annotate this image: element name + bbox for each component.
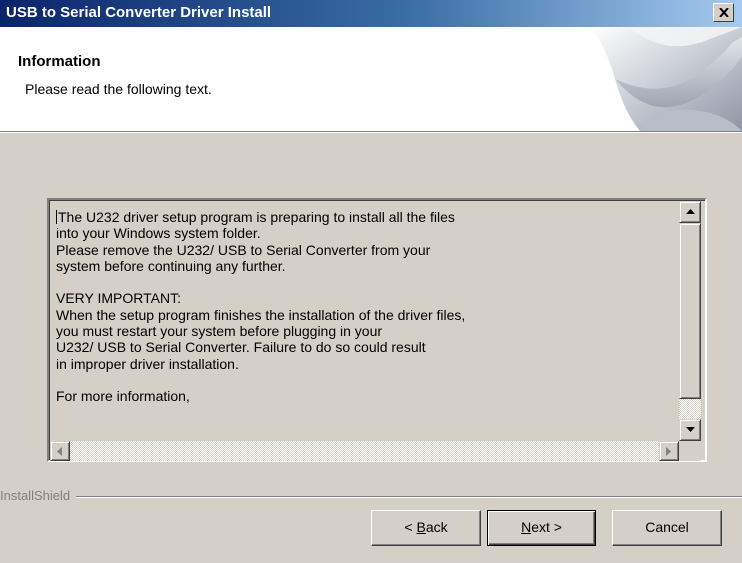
header-title: Information: [18, 53, 101, 70]
header-subtitle: Please read the following text.: [25, 81, 212, 97]
up-arrow-icon: [686, 209, 695, 214]
text-line: system before continuing any further.: [56, 257, 286, 274]
text-line: VERY IMPORTANT:: [56, 290, 181, 307]
vertical-scroll-track[interactable]: [679, 399, 701, 419]
close-button[interactable]: [713, 3, 734, 22]
installer-dialog: USB to Serial Converter Driver Install I…: [0, 0, 742, 563]
close-icon: [719, 8, 729, 17]
vertical-scrollbar[interactable]: [679, 201, 701, 441]
scroll-left-button[interactable]: [50, 441, 70, 461]
textbox-frame: The U232 driver setup program is prepari…: [49, 200, 705, 461]
text-line: [56, 372, 671, 388]
left-arrow-icon: [57, 447, 62, 456]
header-divider-highlight: [0, 132, 742, 133]
text-line: [56, 274, 671, 290]
text-line: you must restart your system before plug…: [56, 323, 383, 340]
text-line: For more information,: [56, 388, 190, 405]
text-line: When the setup program finishes the inst…: [56, 306, 466, 323]
text-line: U232/ USB to Serial Converter. Failure t…: [56, 339, 426, 356]
back-prefix: <: [404, 519, 417, 535]
text-caret: [56, 210, 57, 224]
scrollbar-corner: [679, 441, 701, 461]
text-line: into your Windows system folder.: [56, 225, 261, 242]
next-mnemonic: N: [521, 519, 532, 535]
text-line: Please remove the U232/ USB to Serial Co…: [56, 241, 431, 258]
next-button[interactable]: Next >: [487, 510, 596, 546]
back-mnemonic: B: [416, 519, 426, 535]
scroll-down-button[interactable]: [679, 419, 701, 441]
window-title: USB to Serial Converter Driver Install: [6, 4, 272, 21]
installshield-label: InstallShield: [0, 488, 77, 503]
footer-divider-highlight: [0, 497, 742, 498]
text-line: in improper driver installation.: [56, 355, 239, 372]
horizontal-scrollbar[interactable]: [50, 441, 679, 461]
installshield-graphic: [590, 27, 742, 131]
header-panel: Information Please read the following te…: [0, 27, 742, 131]
scroll-up-button[interactable]: [679, 201, 701, 223]
license-textbox[interactable]: The U232 driver setup program is prepari…: [47, 198, 707, 462]
back-rest: ack: [425, 519, 448, 535]
right-arrow-icon: [666, 447, 671, 456]
text-line: The U232 driver setup program is prepari…: [56, 209, 671, 225]
back-button[interactable]: < Back: [371, 510, 481, 546]
title-bar[interactable]: USB to Serial Converter Driver Install: [0, 0, 742, 27]
information-text[interactable]: The U232 driver setup program is prepari…: [56, 209, 671, 441]
vertical-scroll-thumb[interactable]: [679, 223, 701, 399]
next-rest: ext >: [531, 519, 562, 535]
cancel-button[interactable]: Cancel: [612, 510, 722, 546]
scroll-right-button[interactable]: [659, 441, 679, 461]
text-line-content: The U232 driver setup program is prepari…: [58, 209, 455, 225]
down-arrow-icon: [686, 427, 695, 432]
